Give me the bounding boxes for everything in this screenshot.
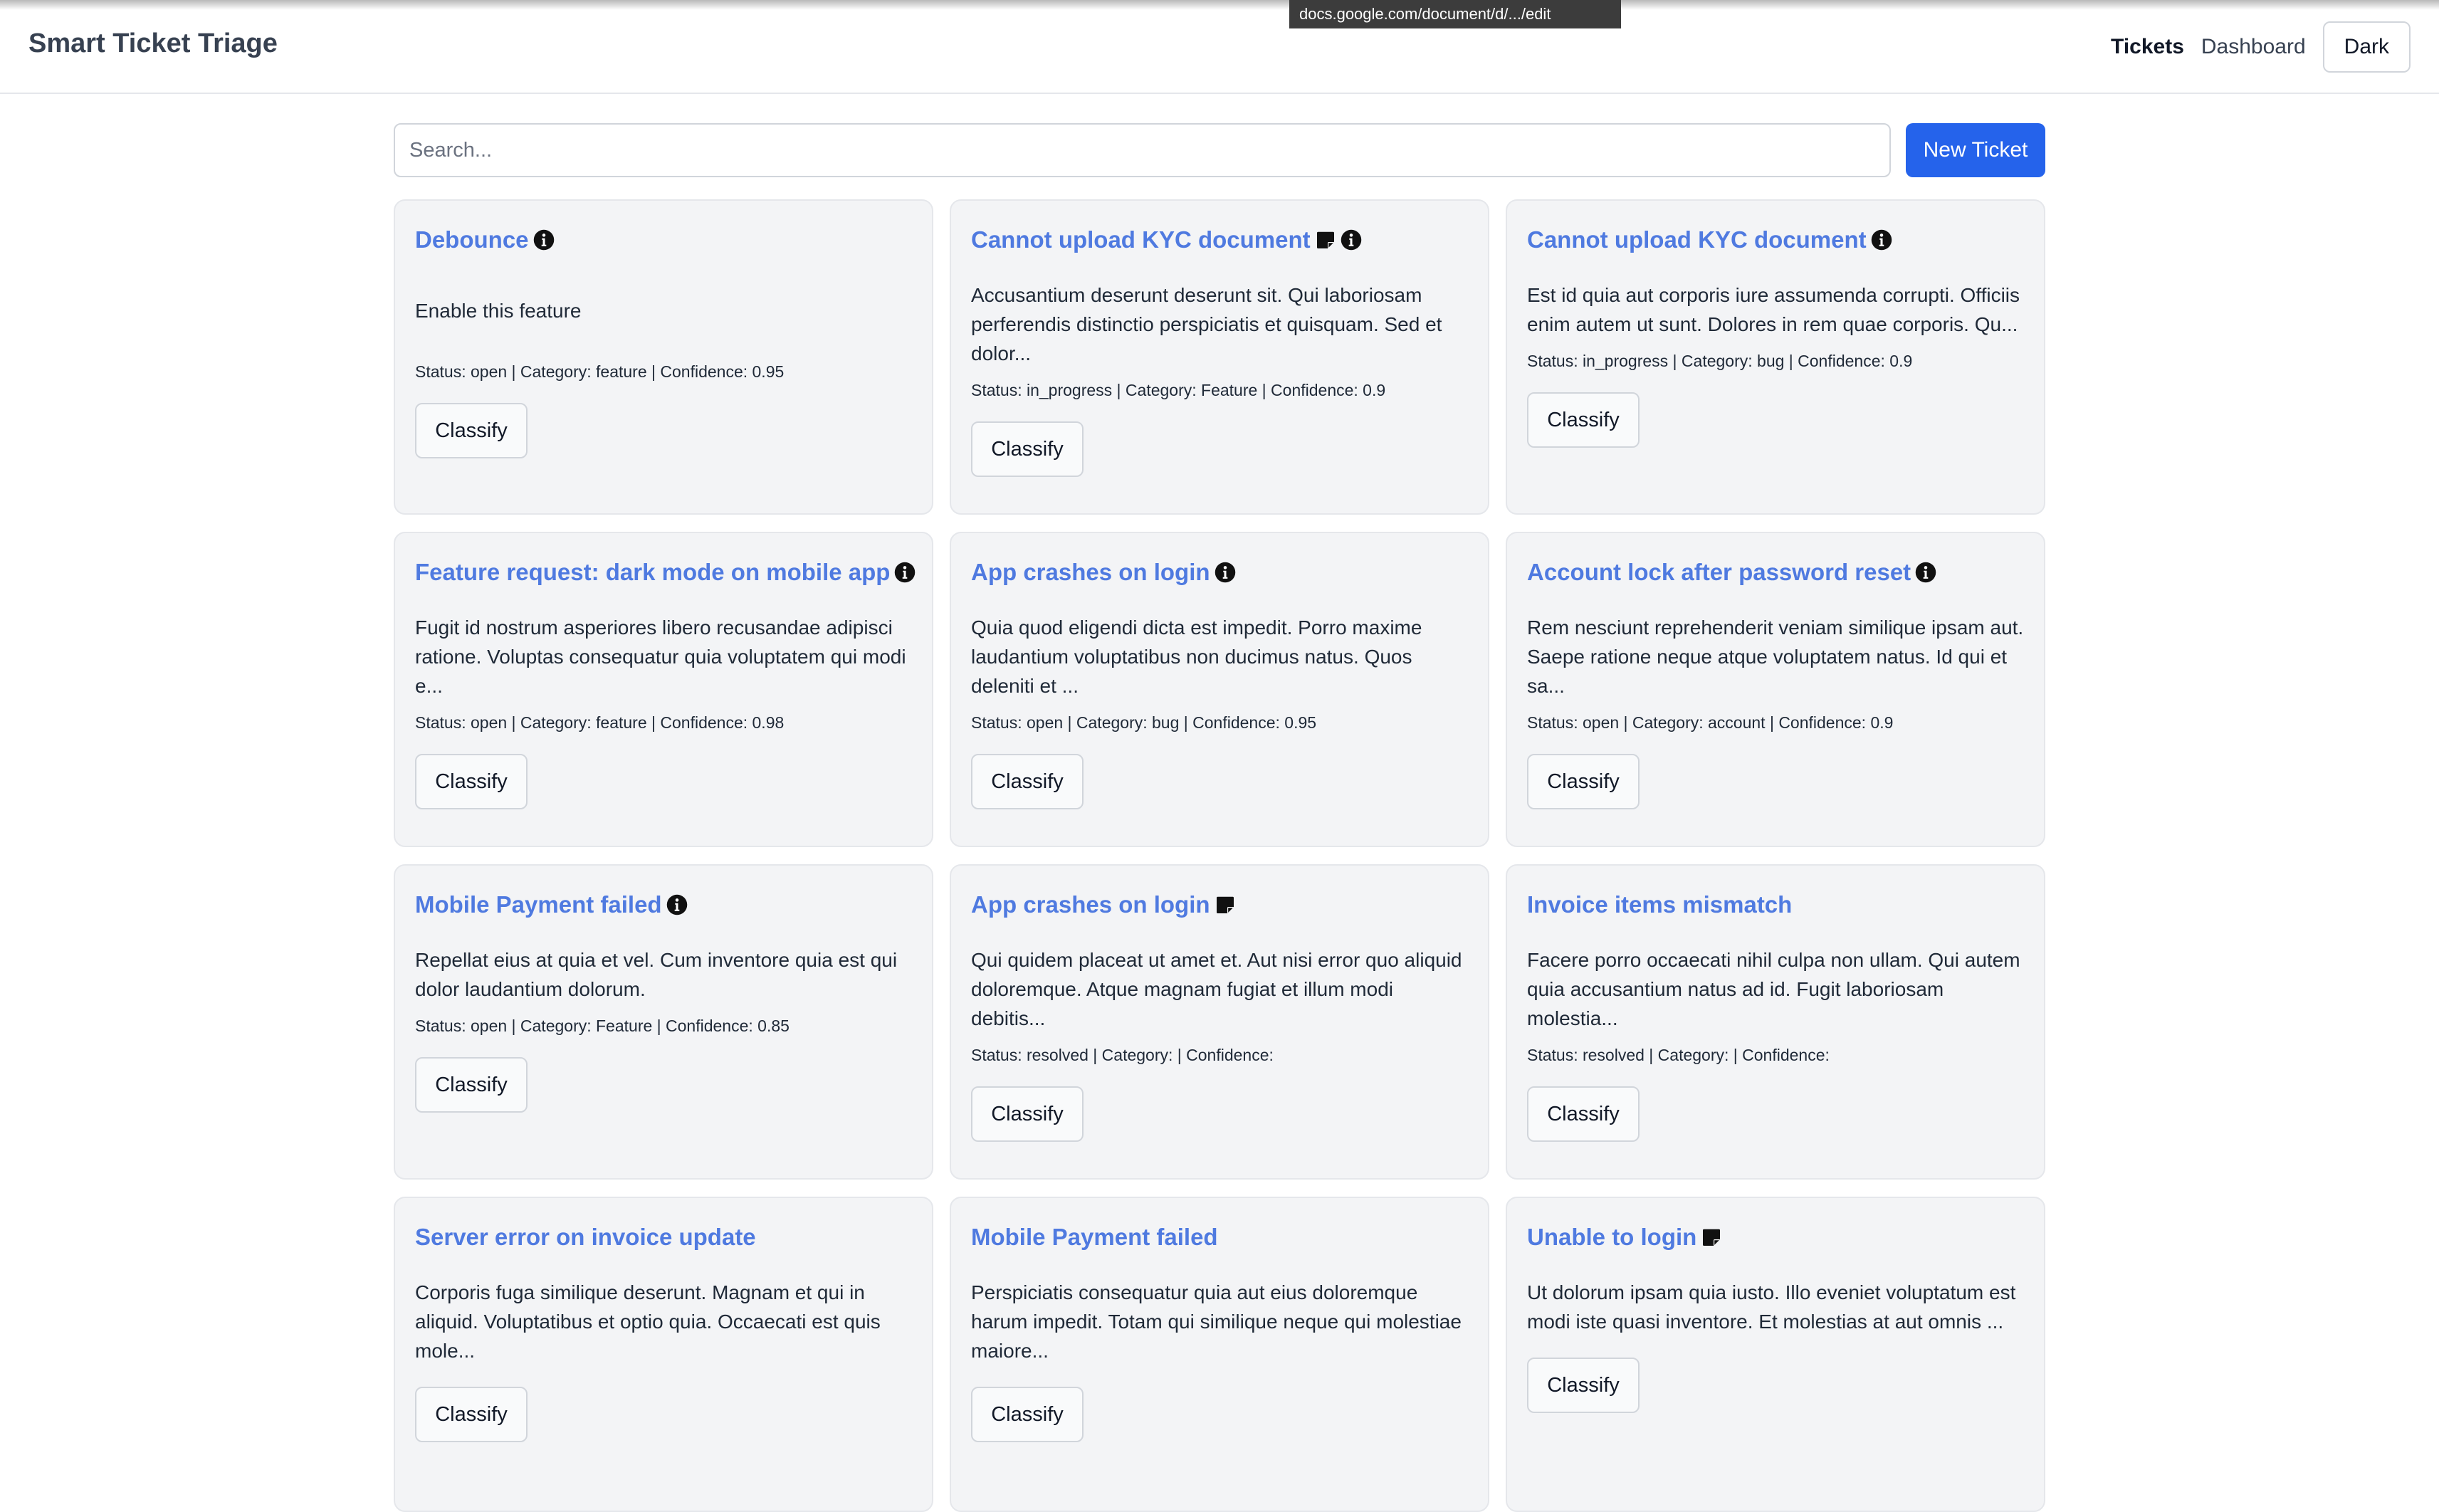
ticket-title-row: App crashes on login — [971, 553, 1468, 592]
ticket-title-link[interactable]: Mobile Payment failed — [415, 886, 662, 924]
ticket-title-row: Cannot upload KYC document — [971, 221, 1468, 259]
nav-tickets[interactable]: Tickets — [2111, 35, 2184, 59]
ticket-title-link[interactable]: Feature request: dark mode on mobile app — [415, 553, 890, 592]
ticket-meta: Status: in_progress | Category: bug | Co… — [1527, 352, 1913, 370]
ticket-card: Invoice items mismatch Facere porro occa… — [1506, 864, 2045, 1180]
app-header: Smart Ticket Triage Tickets Dashboard Da… — [0, 0, 2439, 94]
app-brand: Smart Ticket Triage — [28, 28, 278, 58]
ticket-title-link[interactable]: Invoice items mismatch — [1527, 886, 1792, 924]
ticket-title-link[interactable]: Account lock after password reset — [1527, 553, 1911, 592]
nav-dashboard[interactable]: Dashboard — [2201, 35, 2306, 59]
ticket-card: Account lock after password reset Rem ne… — [1506, 532, 2045, 847]
note-icon[interactable] — [1701, 1227, 1722, 1248]
ticket-title-link[interactable]: Cannot upload KYC document — [1527, 221, 1867, 259]
ticket-description: Rem nesciunt reprehenderit veniam simili… — [1527, 616, 2024, 697]
ticket-card: Debounce Enable this feature Status: ope… — [394, 199, 933, 515]
ticket-meta: Status: resolved | Category: | Confidenc… — [971, 1046, 1274, 1064]
classify-button[interactable]: Classify — [971, 754, 1084, 809]
ticket-card: App crashes on login Quia quod eligendi … — [950, 532, 1489, 847]
ticket-title-link[interactable]: Server error on invoice update — [415, 1218, 756, 1256]
top-nav: Tickets Dashboard Dark — [2111, 21, 2411, 73]
info-icon[interactable] — [894, 562, 916, 583]
classify-button[interactable]: Classify — [415, 754, 528, 809]
new-ticket-button[interactable]: New Ticket — [1906, 123, 2045, 177]
ticket-card: Feature request: dark mode on mobile app… — [394, 532, 933, 847]
ticket-card: App crashes on login Qui quidem placeat … — [950, 864, 1489, 1180]
ticket-title-row: Invoice items mismatch — [1527, 886, 2024, 924]
info-icon[interactable] — [666, 894, 688, 915]
ticket-title-link[interactable]: Debounce — [415, 221, 529, 259]
info-icon[interactable] — [533, 229, 555, 251]
ticket-title-row: Debounce — [415, 221, 912, 259]
search-row: New Ticket — [394, 123, 2045, 177]
ticket-grid: Debounce Enable this feature Status: ope… — [394, 199, 2045, 1512]
classify-button[interactable]: Classify — [415, 1057, 528, 1113]
classify-button[interactable]: Classify — [1527, 1086, 1640, 1142]
ticket-title-row: Unable to login — [1527, 1218, 2024, 1256]
ticket-card: Mobile Payment failed Perspiciatis conse… — [950, 1197, 1489, 1512]
ticket-title-row: Mobile Payment failed — [415, 886, 912, 924]
ticket-description: Facere porro occaecati nihil culpa non u… — [1527, 949, 2020, 1029]
ticket-title-row: Account lock after password reset — [1527, 553, 2024, 592]
ticket-title-link[interactable]: Mobile Payment failed — [971, 1218, 1218, 1256]
ticket-description: Corporis fuga similique deserunt. Magnam… — [415, 1281, 881, 1362]
info-icon[interactable] — [1215, 562, 1236, 583]
dark-mode-button[interactable]: Dark — [2322, 21, 2411, 73]
ticket-title-link[interactable]: App crashes on login — [971, 886, 1210, 924]
classify-button[interactable]: Classify — [971, 1387, 1084, 1442]
ticket-title-row: Feature request: dark mode on mobile app — [415, 553, 916, 592]
ticket-title-link[interactable]: App crashes on login — [971, 553, 1210, 592]
info-icon[interactable] — [1341, 229, 1362, 251]
info-icon[interactable] — [1871, 229, 1892, 251]
ticket-meta: Status: open | Category: feature | Confi… — [415, 713, 785, 732]
ticket-card: Cannot upload KYC document Est id quia a… — [1506, 199, 2045, 515]
info-icon[interactable] — [1915, 562, 1936, 583]
classify-button[interactable]: Classify — [415, 403, 528, 458]
ticket-title-row: Cannot upload KYC document — [1527, 221, 2024, 259]
link-url-tooltip: docs.google.com/document/d/.../edit — [1289, 0, 1621, 28]
ticket-description: Perspiciatis consequatur quia aut eius d… — [971, 1281, 1462, 1362]
classify-button[interactable]: Classify — [1527, 392, 1640, 448]
ticket-title-row: App crashes on login — [971, 886, 1468, 924]
ticket-title-link[interactable]: Cannot upload KYC document — [971, 221, 1311, 259]
ticket-title-row: Server error on invoice update — [415, 1218, 912, 1256]
ticket-description: Repellat eius at quia et vel. Cum invent… — [415, 949, 898, 1000]
ticket-meta: Status: in_progress | Category: Feature … — [971, 381, 1386, 399]
ticket-description: Accusantium deserunt deserunt sit. Qui l… — [971, 284, 1442, 364]
ticket-description: Enable this feature — [415, 300, 582, 322]
note-icon[interactable] — [1215, 894, 1236, 915]
ticket-description: Ut dolorum ipsam quia iusto. Illo evenie… — [1527, 1281, 2016, 1333]
ticket-meta: Status: resolved | Category: | Confidenc… — [1527, 1046, 1830, 1064]
classify-button[interactable]: Classify — [971, 421, 1084, 477]
classify-button[interactable]: Classify — [971, 1086, 1084, 1142]
ticket-description: Fugit id nostrum asperiores libero recus… — [415, 616, 906, 697]
ticket-title-row: Mobile Payment failed — [971, 1218, 1468, 1256]
ticket-title-link[interactable]: Unable to login — [1527, 1218, 1696, 1256]
ticket-card: Unable to login Ut dolorum ipsam quia iu… — [1506, 1197, 2045, 1512]
ticket-meta: Status: open | Category: feature | Confi… — [415, 362, 785, 381]
ticket-meta: Status: open | Category: Feature | Confi… — [415, 1017, 790, 1035]
classify-button[interactable]: Classify — [1527, 1358, 1640, 1413]
search-input[interactable] — [394, 123, 1891, 177]
note-icon[interactable] — [1315, 229, 1336, 251]
ticket-description: Est id quia aut corporis iure assumenda … — [1527, 284, 2020, 335]
classify-button[interactable]: Classify — [415, 1387, 528, 1442]
ticket-meta: Status: open | Category: bug | Confidenc… — [971, 713, 1317, 732]
ticket-card: Cannot upload KYC document Accusantium d… — [950, 199, 1489, 515]
ticket-card: Mobile Payment failed Repellat eius at q… — [394, 864, 933, 1180]
ticket-description: Quia quod eligendi dicta est impedit. Po… — [971, 616, 1422, 697]
ticket-card: Server error on invoice update Corporis … — [394, 1197, 933, 1512]
ticket-description: Qui quidem placeat ut amet et. Aut nisi … — [971, 949, 1462, 1029]
classify-button[interactable]: Classify — [1527, 754, 1640, 809]
ticket-meta: Status: open | Category: account | Confi… — [1527, 713, 1894, 732]
